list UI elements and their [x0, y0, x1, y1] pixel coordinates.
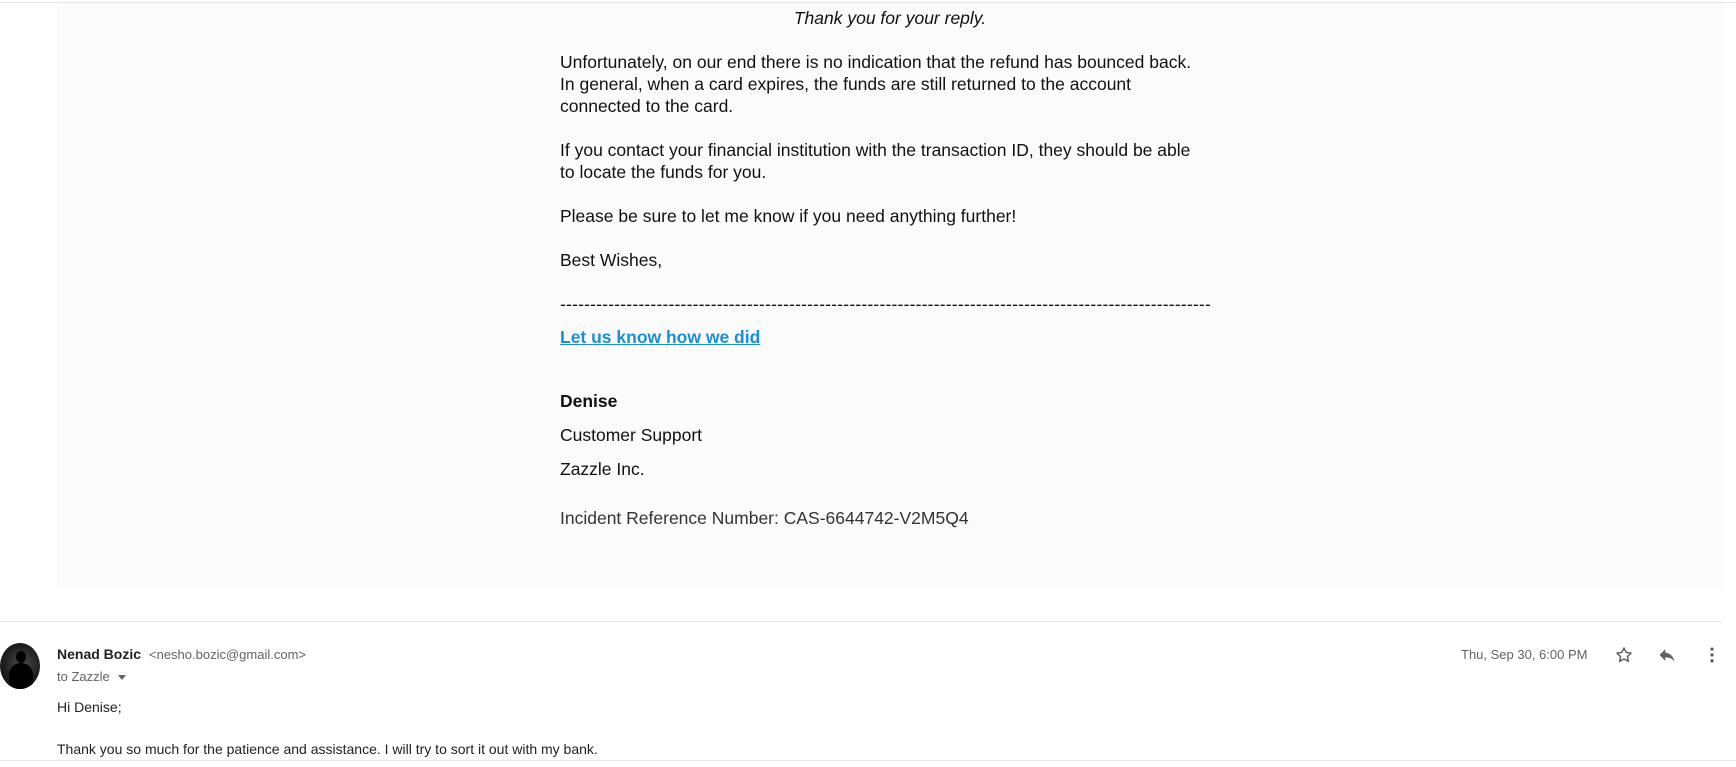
avatar-silhouette-head: [16, 651, 26, 663]
reply-line: Hi Denise;: [57, 699, 122, 715]
quoted-paragraph: Please be sure to let me know if you nee…: [560, 206, 1017, 226]
quoted-paragraph: If you contact your financial institutio…: [560, 140, 1191, 182]
message-date: Thu, Sep 30, 6:00 PM: [1461, 647, 1588, 662]
incident-reference: Incident Reference Number: CAS-6644742-V…: [560, 508, 969, 528]
quoted-closing: Best Wishes,: [560, 250, 663, 270]
signature-role: Customer Support: [560, 425, 703, 445]
reply-button[interactable]: [1655, 643, 1679, 667]
dashed-separator: ----------------------------------------…: [560, 294, 1211, 314]
signature-name: Denise: [560, 391, 618, 411]
recipient-line: to Zazzle: [57, 669, 126, 684]
reply-line: Thank you so much for the patience and a…: [57, 741, 598, 757]
chevron-down-icon[interactable]: [117, 675, 126, 681]
feedback-link[interactable]: Let us know how we did: [560, 326, 760, 348]
avatar[interactable]: [0, 643, 40, 689]
avatar-silhouette-body: [9, 663, 33, 689]
more-vertical-icon: [1710, 647, 1714, 663]
message-divider: [0, 621, 1722, 622]
sender-email: <nesho.bozic@gmail.com>: [149, 647, 306, 662]
more-options-button[interactable]: [1700, 643, 1724, 667]
bottom-divider: [0, 760, 1736, 761]
reply-icon: [1659, 649, 1675, 662]
recipient-label: to Zazzle: [57, 669, 110, 684]
quoted-greeting: Thank you for your reply.: [793, 8, 987, 28]
signature-company: Zazzle Inc.: [560, 459, 645, 479]
sender-name[interactable]: Nenad Bozic: [57, 646, 141, 662]
star-icon: [1616, 647, 1632, 663]
quoted-paragraph: Unfortunately, on our end there is no in…: [560, 52, 1192, 116]
star-button[interactable]: [1612, 643, 1636, 667]
